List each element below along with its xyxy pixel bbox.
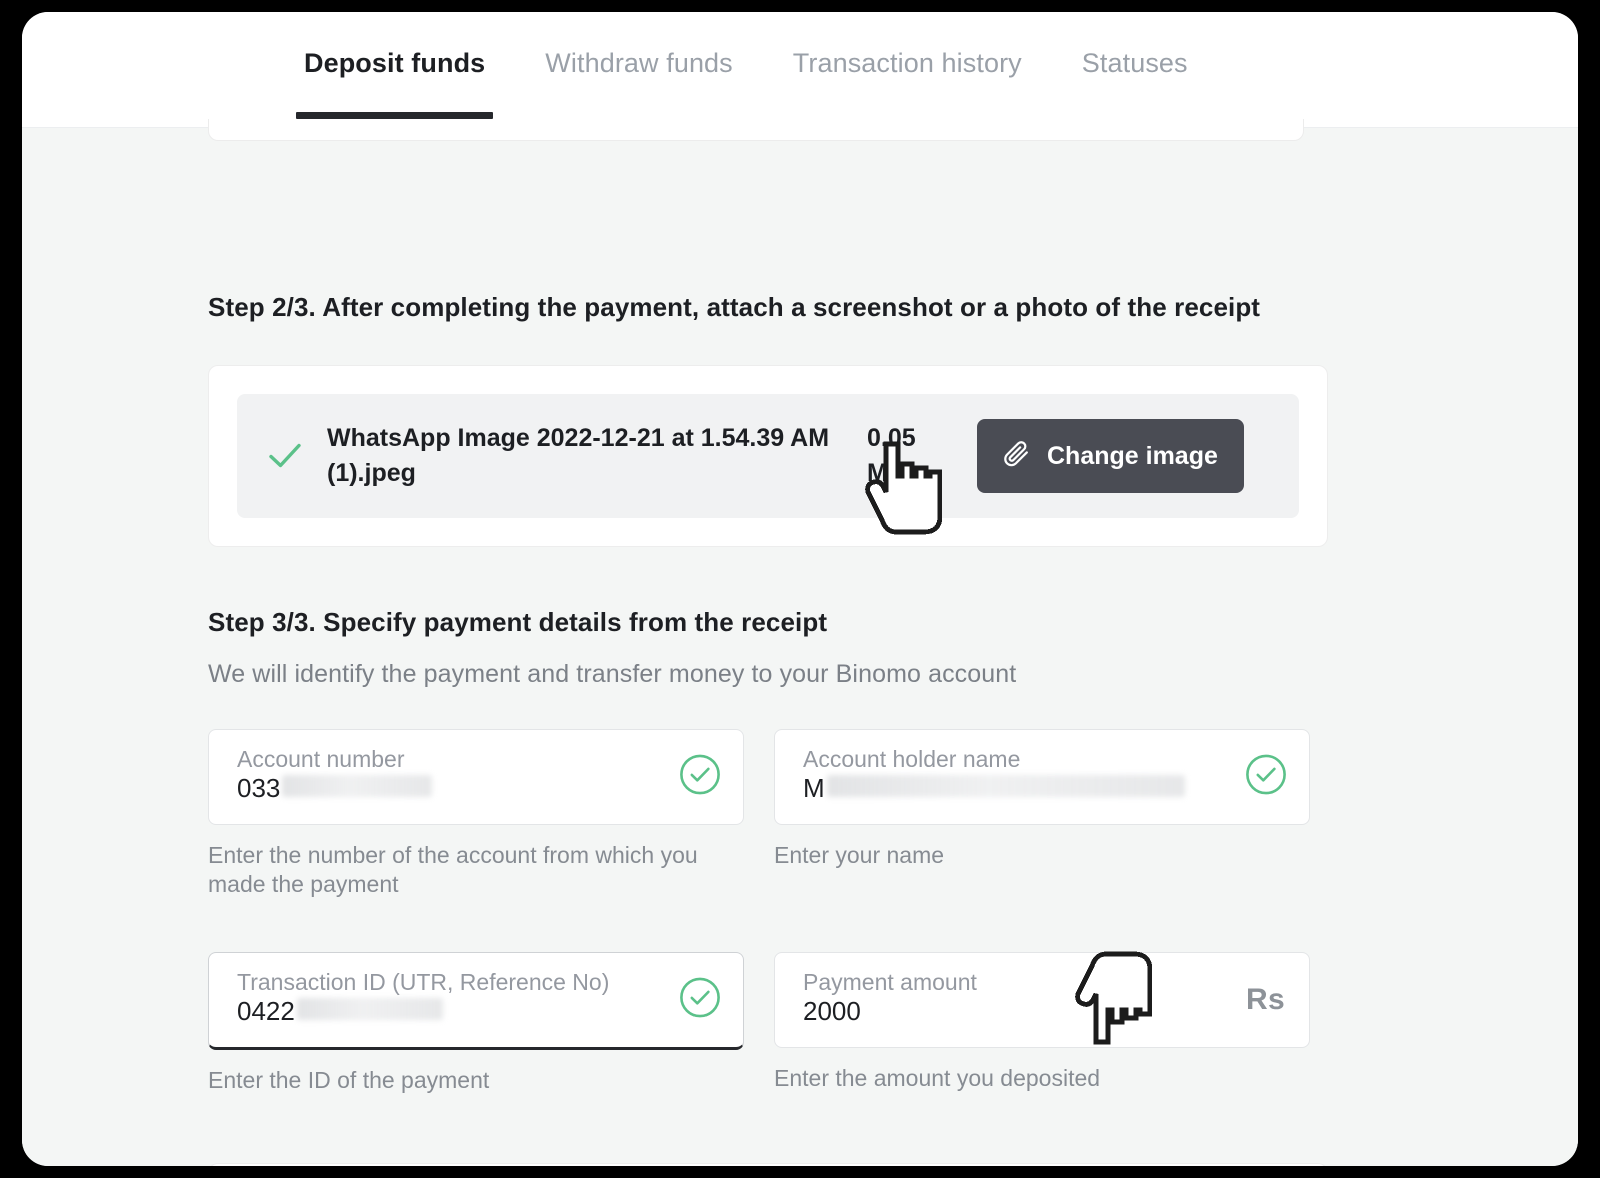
- change-image-label: Change image: [1047, 441, 1218, 470]
- payment-amount-value: 2000: [803, 996, 861, 1026]
- account-holder-name-value-wrap: M: [803, 773, 1237, 805]
- account-holder-name-value: M: [803, 773, 825, 804]
- payment-amount-input[interactable]: Payment amount 2000 Rs: [774, 951, 1310, 1048]
- paperclip-icon: [1003, 439, 1031, 474]
- uploaded-file-name: WhatsApp Image 2022-12-21 at 1.54.39 AM …: [327, 423, 830, 488]
- uploaded-file-size: 0.05 MB: [867, 423, 916, 488]
- tab-withdraw-funds[interactable]: Withdraw funds: [515, 12, 762, 128]
- payment-amount-hint: Enter the amount you deposited: [774, 1064, 1101, 1091]
- check-icon: [263, 442, 307, 470]
- uploaded-file-row: WhatsApp Image 2022-12-21 at 1.54.39 AM …: [237, 394, 1299, 518]
- account-number-hint: Enter the number of the account from whi…: [208, 842, 698, 898]
- tab-label: Deposit funds: [304, 48, 486, 78]
- tab-statuses[interactable]: Statuses: [1052, 12, 1218, 128]
- account-holder-name-input[interactable]: Account holder name M: [774, 729, 1310, 825]
- redacted-text: [296, 998, 443, 1020]
- field-group-payment-amount: Payment amount 2000 Rs Enter the amount …: [774, 951, 1310, 1095]
- account-number-value-wrap: 033: [237, 773, 671, 805]
- transaction-id-hint: Enter the ID of the payment: [208, 1066, 490, 1093]
- field-row-1: Account number 033 Enter the number of t…: [208, 729, 1328, 900]
- transaction-id-value: 0422: [237, 996, 295, 1026]
- content-column: Step 2/3. After completing the payment, …: [208, 128, 1328, 1166]
- check-circle-icon: [679, 754, 721, 801]
- check-circle-icon: [1245, 754, 1287, 801]
- tab-bar: Deposit funds Withdraw funds Transaction…: [22, 12, 1578, 128]
- payment-amount-value-wrap: 2000: [803, 996, 1237, 1028]
- step3-title: Step 3/3. Specify payment details from t…: [208, 607, 828, 637]
- account-number-input[interactable]: Account number 033: [208, 729, 744, 825]
- field-row-2: Transaction ID (UTR, Reference No) 0422: [208, 951, 1328, 1095]
- account-holder-name-label: Account holder name: [803, 746, 1021, 772]
- account-holder-name-hint: Enter your name: [774, 842, 945, 868]
- tab-label: Transaction history: [792, 48, 1022, 78]
- field-group-account-number: Account number 033 Enter the number of t…: [208, 729, 744, 900]
- device-frame: Deposit funds Withdraw funds Transaction…: [0, 0, 1600, 1178]
- tab-list: Deposit funds Withdraw funds Transaction…: [274, 12, 1218, 128]
- summary-card: Payment method Raast Confirm payment Rs2…: [208, 1163, 1328, 1166]
- redacted-text: [282, 775, 433, 798]
- change-image-button[interactable]: Change image: [977, 419, 1244, 493]
- field-group-transaction-id: Transaction ID (UTR, Reference No) 0422: [208, 951, 744, 1095]
- step2-title: Step 2/3. After completing the payment, …: [208, 292, 1261, 322]
- payment-amount-label: Payment amount: [803, 968, 977, 995]
- account-number-value: 033: [237, 773, 281, 804]
- currency-suffix: Rs: [1246, 982, 1285, 1016]
- redacted-text: [826, 775, 1185, 798]
- tab-label: Withdraw funds: [545, 48, 733, 78]
- account-number-label: Account number: [237, 746, 405, 772]
- page-body: Step 2/3. After completing the payment, …: [22, 119, 1578, 1166]
- transaction-id-value-wrap: 0422: [237, 996, 671, 1028]
- tab-deposit-funds[interactable]: Deposit funds: [274, 12, 515, 128]
- transaction-id-input[interactable]: Transaction ID (UTR, Reference No) 0422: [208, 951, 744, 1050]
- tab-label: Statuses: [1081, 48, 1188, 78]
- tab-transaction-history[interactable]: Transaction history: [763, 12, 1052, 128]
- step3-subtitle: We will identify the payment and transfe…: [208, 660, 1017, 688]
- upload-card: WhatsApp Image 2022-12-21 at 1.54.39 AM …: [208, 365, 1328, 547]
- check-circle-icon: [679, 976, 721, 1023]
- field-group-account-holder-name: Account holder name M Enter your name: [774, 729, 1310, 900]
- app-screen: Deposit funds Withdraw funds Transaction…: [22, 12, 1578, 1166]
- transaction-id-label: Transaction ID (UTR, Reference No): [237, 968, 610, 995]
